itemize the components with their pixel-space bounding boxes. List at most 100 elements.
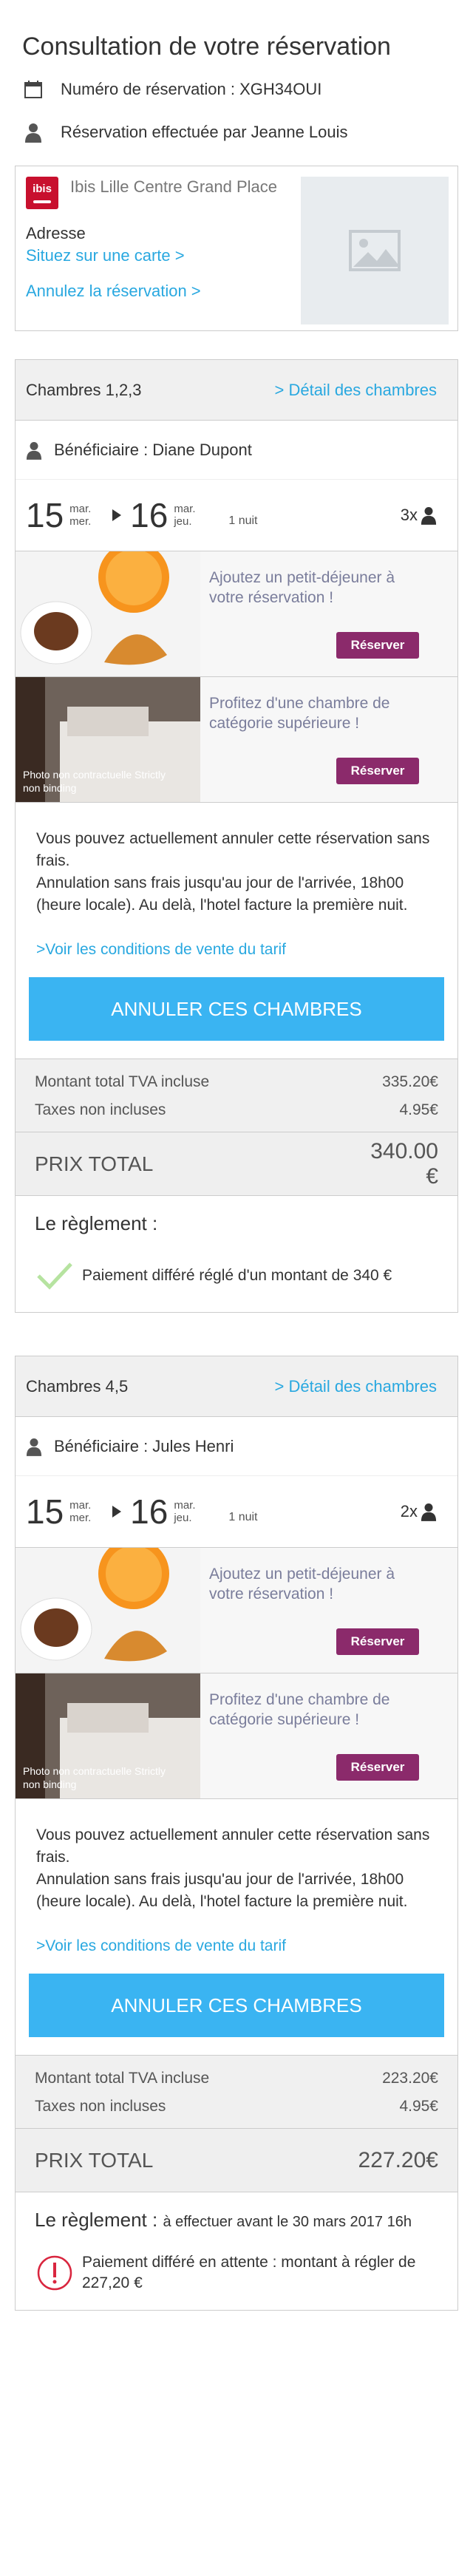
total-value: 335.20€	[382, 1073, 438, 1090]
room-details-link[interactable]: > Détail des chambres	[275, 381, 438, 400]
cancellation-policy: Annulation sans frais jusqu'au jour de l…	[36, 874, 408, 914]
room-details-link[interactable]: > Détail des chambres	[275, 1377, 438, 1396]
conditions-link[interactable]: >Voir les conditions de vente du tarif	[36, 939, 437, 961]
upgrade-reserve-button[interactable]: Réserver	[336, 1754, 419, 1781]
checkin-weekday: mar. mer.	[69, 503, 92, 528]
cancel-rooms-button[interactable]: ANNULER CES CHAMBRES	[29, 1974, 444, 2037]
beneficiary: Bénéficiaire : Diane Dupont	[54, 440, 252, 459]
grand-total: PRIX TOTAL 227.20€	[16, 2128, 457, 2192]
checkout-weekday: mar. jeu.	[174, 1499, 196, 1524]
user-icon	[26, 1435, 45, 1458]
grand-total-label: PRIX TOTAL	[35, 1152, 154, 1175]
price-breakdown: Montant total TVA incluse 335.20€ Taxes n…	[16, 1058, 457, 1132]
beneficiary-row: Bénéficiaire : Diane Dupont	[16, 421, 457, 480]
payment-status-icon	[35, 1256, 75, 1296]
arrow-right-icon	[112, 1506, 122, 1518]
checkout-weekday: mar. jeu.	[174, 503, 196, 528]
upgrade-promo-text: Profitez d'une chambre de catégorie supé…	[209, 1691, 390, 1728]
cancellation-info: Vous pouvez actuellement annuler cette r…	[16, 802, 457, 961]
page-title: Consultation de votre réservation	[22, 33, 391, 61]
cancellation-info: Vous pouvez actuellement annuler cette r…	[16, 1798, 457, 1957]
stay-dates: 15 mar. mer. 16 mar. jeu. 1 nuit 3x	[16, 480, 457, 551]
breakfast-image	[16, 551, 200, 676]
payment-section: Le règlement : à effectuer avant le 30 m…	[16, 2192, 457, 2310]
beneficiary: Bénéficiaire : Jules Henri	[54, 1436, 234, 1455]
check-icon	[37, 1262, 72, 1290]
hotel-card: ibis Ibis Lille Centre Grand Place Adres…	[15, 166, 458, 331]
total-value: 223.20€	[382, 2070, 438, 2087]
taxes-value: 4.95€	[399, 1101, 438, 1118]
cancellation-text: Vous pouvez actuellement annuler cette r…	[36, 1826, 430, 1866]
cancellation-policy: Annulation sans frais jusqu'au jour de l…	[36, 1871, 408, 1910]
rooms-list: Chambres 1,2,3 > Détail des chambres Bén…	[15, 359, 458, 2311]
room-block: Chambres 1,2,3 > Détail des chambres Bén…	[15, 359, 458, 1313]
payment-status-icon	[35, 2253, 75, 2293]
conditions-link[interactable]: >Voir les conditions de vente du tarif	[36, 1935, 437, 1957]
arrow-right-icon	[112, 509, 122, 521]
guest-count: 3x	[401, 506, 437, 525]
photo-credit: Photo non contractuelle Strictly non bin…	[23, 769, 166, 794]
warning-icon	[37, 2255, 72, 2291]
nights-count: 1 nuit	[228, 1511, 258, 1523]
breakfast-reserve-button[interactable]: Réserver	[336, 632, 419, 659]
upgrade-promo: Photo non contractuelle Strictly non bin…	[16, 676, 457, 802]
booking-number-row: Numéro de réservation : XGH34OUI	[15, 68, 458, 111]
grand-total: PRIX TOTAL 340.00 €	[16, 1132, 457, 1195]
image-icon	[349, 230, 401, 271]
checkin-weekday: mar. mer.	[69, 1499, 92, 1524]
guest-count: 2x	[401, 1502, 437, 1521]
address-label: Adresse	[26, 224, 86, 242]
checkout-day: 16	[130, 496, 169, 534]
checkin-day: 15	[26, 496, 64, 534]
user-icon	[26, 439, 45, 461]
booked-by: Réservation effectuée par Jeanne Louis	[61, 123, 348, 141]
room-title: Chambres 4,5	[26, 1376, 129, 1396]
user-icon	[421, 507, 437, 525]
hotel-image-placeholder	[301, 177, 449, 324]
taxes-label: Taxes non incluses	[35, 2098, 166, 2115]
payment-status: Paiement différé réglé d'un montant de 3…	[82, 1267, 392, 1284]
grand-total-value: 340.00 €	[370, 1138, 438, 1189]
payment-status-row: Paiement différé en attente : montant à …	[35, 2252, 438, 2294]
nights-count: 1 nuit	[228, 514, 258, 527]
beneficiary-row: Bénéficiaire : Jules Henri	[16, 1417, 457, 1476]
total-label: Montant total TVA incluse	[35, 1073, 210, 1090]
payment-title: Le règlement : à effectuer avant le 30 m…	[35, 2209, 412, 2231]
payment-deadline: à effectuer avant le 30 mars 2017 16h	[163, 2214, 412, 2230]
checkout-day: 16	[130, 1492, 169, 1531]
user-icon	[22, 121, 44, 143]
payment-section: Le règlement : Paiement différé réglé d'…	[16, 1195, 457, 1312]
upgrade-reserve-button[interactable]: Réserver	[336, 758, 419, 784]
payment-status-row: Paiement différé réglé d'un montant de 3…	[35, 1256, 438, 1296]
cancel-rooms-button[interactable]: ANNULER CES CHAMBRES	[29, 977, 444, 1041]
total-label: Montant total TVA incluse	[35, 2070, 210, 2087]
booked-by-row: Réservation effectuée par Jeanne Louis	[15, 111, 458, 154]
taxes-value: 4.95€	[399, 2098, 438, 2115]
room-header: Chambres 1,2,3 > Détail des chambres	[16, 360, 457, 421]
map-link[interactable]: Situez sur une carte >	[26, 246, 301, 265]
breakfast-promo: Ajoutez un petit-déjeuner à votre réserv…	[16, 551, 457, 676]
breakfast-reserve-button[interactable]: Réserver	[336, 1628, 419, 1655]
upgrade-promo: Photo non contractuelle Strictly non bin…	[16, 1673, 457, 1798]
breakfast-promo: Ajoutez un petit-déjeuner à votre réserv…	[16, 1547, 457, 1673]
reservation-page: Consultation de votre réservation Numéro…	[0, 0, 473, 2340]
cancellation-text: Vous pouvez actuellement annuler cette r…	[36, 830, 430, 869]
cancel-reservation-link[interactable]: Annulez la réservation >	[26, 282, 301, 301]
room-header: Chambres 4,5 > Détail des chambres	[16, 1356, 457, 1417]
taxes-label: Taxes non incluses	[35, 1101, 166, 1118]
breakfast-image	[16, 1548, 200, 1673]
photo-credit: Photo non contractuelle Strictly non bin…	[23, 1765, 166, 1790]
price-breakdown: Montant total TVA incluse 223.20€ Taxes n…	[16, 2055, 457, 2128]
room-title: Chambres 1,2,3	[26, 380, 142, 399]
calendar-icon	[22, 78, 44, 101]
user-icon	[421, 1503, 437, 1521]
payment-status: Paiement différé en attente : montant à …	[82, 2254, 416, 2291]
stay-dates: 15 mar. mer. 16 mar. jeu. 1 nuit 2x	[16, 1476, 457, 1547]
booking-number: Numéro de réservation : XGH34OUI	[61, 80, 322, 98]
hotel-name: Ibis Lille Centre Grand Place	[70, 177, 278, 196]
payment-title: Le règlement :	[35, 1212, 158, 1234]
breakfast-promo-text: Ajoutez un petit-déjeuner à votre réserv…	[209, 1566, 395, 1603]
room-block: Chambres 4,5 > Détail des chambres Bénéf…	[15, 1356, 458, 2311]
grand-total-value: 227.20€	[358, 2147, 438, 2172]
upgrade-promo-text: Profitez d'une chambre de catégorie supé…	[209, 695, 390, 732]
